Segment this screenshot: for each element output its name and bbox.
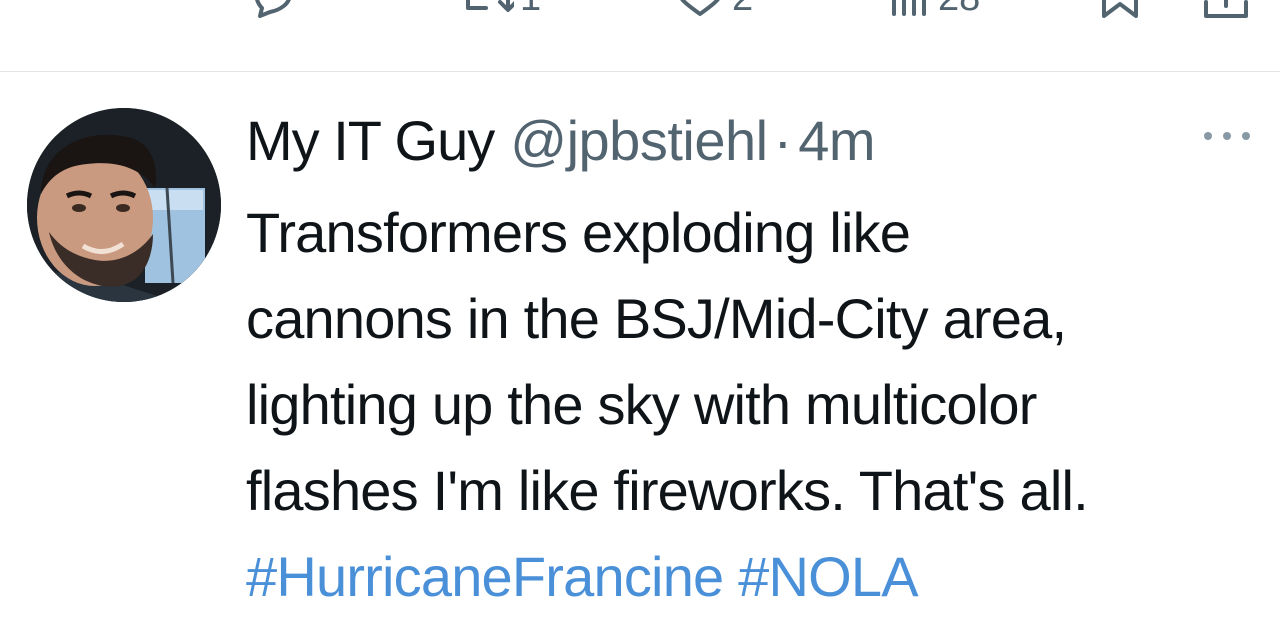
retweet-count: 1 bbox=[520, 0, 541, 18]
views-button[interactable]: 28 bbox=[888, 0, 980, 18]
tweet-text-line: lighting up the sky with multicolor bbox=[246, 373, 1037, 436]
tweet-text-line: flashes I'm like fireworks. That's all. bbox=[246, 459, 1089, 522]
hashtag-line: #HurricaneFrancine #NOLA bbox=[246, 534, 1266, 620]
reply-button[interactable] bbox=[248, 0, 296, 18]
hashtag-link[interactable]: #NOLA bbox=[738, 545, 918, 608]
avatar[interactable] bbox=[27, 108, 221, 302]
previous-tweet-action-bar: 1 2 28 bbox=[0, 0, 1280, 30]
more-dots-icon bbox=[1204, 132, 1212, 140]
tweet-divider bbox=[0, 71, 1280, 72]
tweet-text: Transformers exploding like cannons in t… bbox=[246, 190, 1266, 620]
retweet-icon bbox=[466, 0, 514, 12]
more-dots-icon bbox=[1223, 132, 1231, 140]
tweet-text-line: Transformers exploding like bbox=[246, 201, 911, 264]
like-count: 2 bbox=[732, 0, 753, 18]
retweet-button[interactable]: 1 bbox=[462, 0, 541, 18]
bookmark-button[interactable] bbox=[1098, 0, 1142, 18]
tweet-screenshot: 1 2 28 bbox=[0, 0, 1280, 640]
views-chart-icon bbox=[892, 0, 926, 16]
header-separator: · bbox=[773, 108, 793, 172]
tweet-timestamp[interactable]: 4m bbox=[798, 108, 875, 173]
share-icon bbox=[1204, 0, 1248, 18]
avatar-photo-icon bbox=[27, 108, 221, 302]
tweet-header: My IT Guy @jpbstiehl · 4m bbox=[246, 104, 875, 176]
more-options-button[interactable] bbox=[1204, 124, 1250, 148]
user-handle[interactable]: @jpbstiehl bbox=[510, 108, 768, 173]
heart-icon bbox=[680, 0, 720, 16]
reply-icon bbox=[255, 0, 291, 18]
hashtag-link[interactable]: #HurricaneFrancine bbox=[246, 545, 724, 608]
more-dots-icon bbox=[1242, 132, 1250, 140]
views-count: 28 bbox=[938, 0, 980, 18]
tweet-text-line: cannons in the BSJ/Mid-City area, bbox=[246, 287, 1067, 350]
display-name[interactable]: My IT Guy bbox=[246, 108, 495, 173]
bookmark-icon bbox=[1102, 0, 1138, 18]
like-button[interactable]: 2 bbox=[674, 0, 753, 18]
share-button[interactable] bbox=[1200, 0, 1252, 18]
